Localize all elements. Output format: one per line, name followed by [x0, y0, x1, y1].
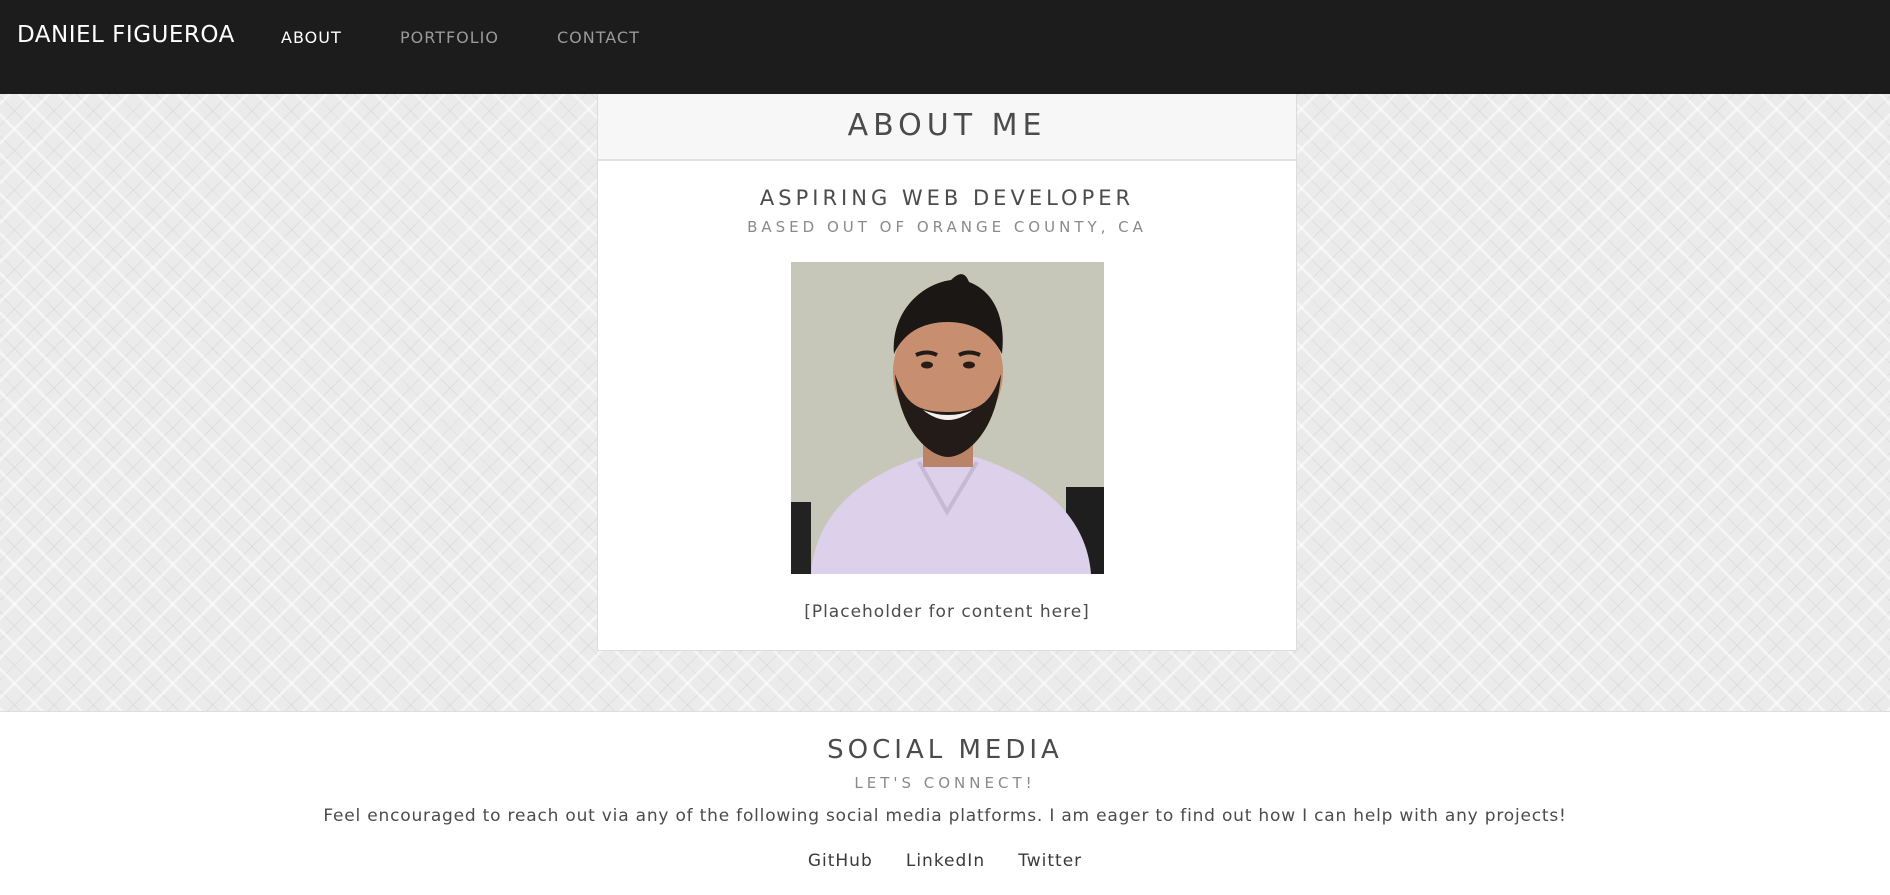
nav-portfolio-link[interactable]: PORTFOLIO — [400, 28, 499, 47]
nav-contact-link[interactable]: CONTACT — [557, 28, 640, 47]
about-content: [Placeholder for content here] — [804, 602, 1090, 622]
social-title: SOCIAL MEDIA — [827, 735, 1063, 765]
about-card: ABOUT ME ASPIRING WEB DEVELOPER BASED OU… — [597, 94, 1297, 651]
about-title: ABOUT ME — [847, 108, 1047, 143]
github-link[interactable]: GitHub — [808, 851, 873, 871]
social-section: SOCIAL MEDIA LET'S CONNECT! Feel encoura… — [0, 712, 1890, 895]
profile-photo — [791, 262, 1104, 574]
social-subtitle: LET'S CONNECT! — [854, 774, 1036, 792]
about-subheading: BASED OUT OF ORANGE COUNTY, CA — [747, 218, 1147, 236]
linkedin-link[interactable]: LinkedIn — [906, 851, 985, 871]
twitter-link[interactable]: Twitter — [1018, 851, 1082, 871]
social-description: Feel encouraged to reach out via any of … — [323, 806, 1567, 826]
social-links: GitHub LinkedIn Twitter — [0, 851, 1890, 871]
about-section: ABOUT ME ASPIRING WEB DEVELOPER BASED OU… — [0, 94, 1890, 712]
top-navbar: DANIEL FIGUEROA ABOUT PORTFOLIO CONTACT — [0, 0, 1890, 94]
nav-about-link[interactable]: ABOUT — [281, 28, 342, 47]
about-card-header: ABOUT ME — [598, 94, 1296, 161]
brand-link[interactable]: DANIEL FIGUEROA — [17, 22, 235, 48]
about-heading: ASPIRING WEB DEVELOPER — [759, 186, 1135, 210]
